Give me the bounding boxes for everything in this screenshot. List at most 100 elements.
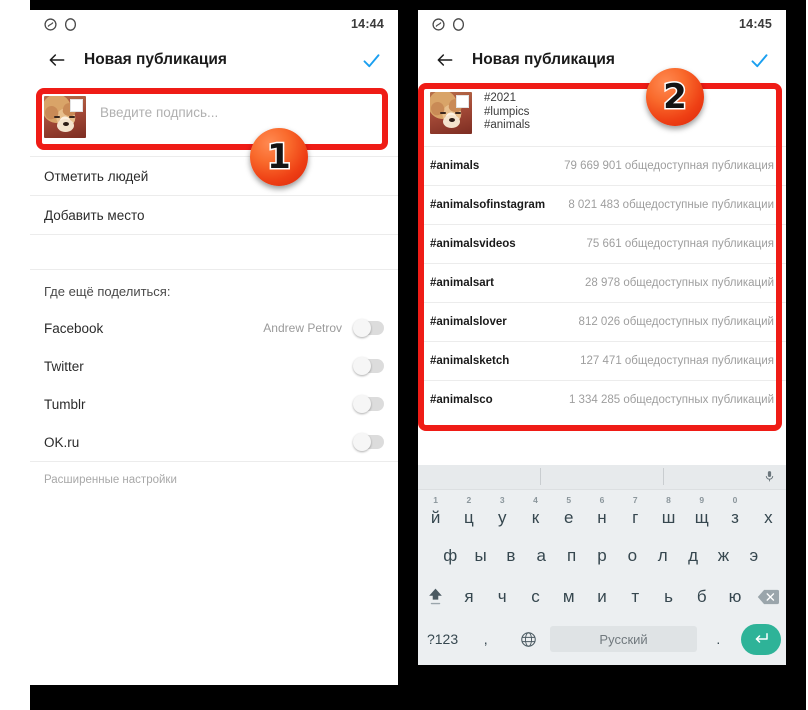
- share-row-okru[interactable]: OK.ru: [30, 423, 398, 461]
- key-ч[interactable]: ч: [486, 576, 519, 617]
- right-phone-frame: 14:45 Новая публикация #2021 #lumpics #a…: [418, 0, 806, 710]
- tag-people-row[interactable]: Отметить людей: [30, 157, 398, 195]
- facebook-toggle[interactable]: [353, 318, 384, 337]
- share-row-tumblr[interactable]: Tumblr: [30, 385, 398, 423]
- list-item[interactable]: #animalsart 28 978 общедоступных публика…: [418, 264, 786, 302]
- puppy-photo-thumbnail[interactable]: [430, 92, 472, 134]
- spacebar[interactable]: Русский: [550, 626, 697, 652]
- key-ц[interactable]: 2ц: [452, 494, 485, 535]
- period-key[interactable]: .: [697, 619, 740, 660]
- android-navigation-bar: [418, 665, 786, 685]
- hashtag-label: #animalsart: [430, 277, 494, 289]
- share-account-name: Andrew Petrov: [263, 321, 342, 335]
- key-я[interactable]: я: [452, 576, 485, 617]
- keyboard-suggestion-strip[interactable]: [418, 465, 786, 490]
- checkmark-icon[interactable]: [358, 47, 384, 73]
- caption-line: #animals: [484, 119, 531, 131]
- callout-badge-1: 1: [250, 128, 308, 186]
- key-й[interactable]: 1й: [419, 494, 452, 535]
- shazam-icon: [44, 17, 57, 31]
- key-ш[interactable]: 8ш: [652, 494, 685, 535]
- key-ь[interactable]: ь: [652, 576, 685, 617]
- caption-input[interactable]: Введите подпись...: [100, 96, 384, 120]
- spacer: [30, 235, 398, 269]
- key-щ[interactable]: 9щ: [685, 494, 718, 535]
- caption-input-row[interactable]: Введите подпись...: [30, 82, 398, 156]
- status-bar-icons: [432, 17, 465, 31]
- caption-line: #lumpics: [484, 105, 530, 118]
- share-row-twitter[interactable]: Twitter: [30, 347, 398, 385]
- opera-icon: [64, 17, 77, 31]
- share-target-label: Twitter: [44, 358, 84, 374]
- share-section-label: Где ещё поделиться:: [30, 270, 398, 309]
- left-status-bar: 14:44: [30, 10, 398, 38]
- key-г[interactable]: 7г: [619, 494, 652, 535]
- list-item[interactable]: #animalsofinstagram 8 021 483 общедоступ…: [418, 186, 786, 224]
- key-т[interactable]: т: [619, 576, 652, 617]
- key-з[interactable]: 0з: [718, 494, 751, 535]
- right-status-bar: 14:45: [418, 10, 786, 38]
- key-в[interactable]: в: [496, 535, 526, 576]
- multi-photo-badge-icon: [456, 95, 469, 108]
- back-arrow-icon[interactable]: [44, 47, 70, 73]
- hashtag-count: 8 021 483 общедоступные публикации: [568, 199, 774, 211]
- okru-toggle[interactable]: [353, 432, 384, 451]
- key-р[interactable]: р: [587, 535, 617, 576]
- key-е[interactable]: 5е: [552, 494, 585, 535]
- key-о[interactable]: о: [617, 535, 647, 576]
- key-ю[interactable]: ю: [718, 576, 751, 617]
- key-х[interactable]: х: [752, 494, 785, 535]
- add-location-row[interactable]: Добавить место: [30, 196, 398, 234]
- hashtag-label: #animalsofinstagram: [430, 199, 546, 211]
- caption-with-hashtags-row[interactable]: #2021 #lumpics #animals: [418, 82, 786, 146]
- hashtag-label: #animalsco: [430, 394, 493, 406]
- key-д[interactable]: д: [678, 535, 708, 576]
- advanced-settings-link[interactable]: Расширенные настройки: [30, 462, 398, 498]
- list-item[interactable]: #animalsco 1 334 285 общедоступных публи…: [418, 381, 786, 419]
- key-м[interactable]: м: [552, 576, 585, 617]
- caption-hashtag-text[interactable]: #2021 #lumpics #animals: [484, 92, 530, 133]
- symbols-key[interactable]: ?123: [421, 619, 464, 660]
- key-и[interactable]: и: [585, 576, 618, 617]
- key-ы[interactable]: ы: [465, 535, 495, 576]
- keyboard-row-3: я ч с м и т ь б ю: [419, 576, 785, 617]
- twitter-toggle[interactable]: [353, 356, 384, 375]
- backspace-icon[interactable]: [752, 576, 785, 617]
- screenshot-stage: 14:44 Новая публикация Введите подпись..…: [0, 0, 808, 710]
- right-app-bar: Новая публикация: [418, 38, 786, 82]
- comma-key[interactable]: ,: [464, 619, 507, 660]
- shazam-icon: [432, 17, 445, 31]
- key-л[interactable]: л: [648, 535, 678, 576]
- hashtag-count: 75 661 общедоступная публикация: [586, 238, 774, 250]
- list-item[interactable]: #animals 79 669 901 общедоступная публик…: [418, 147, 786, 185]
- hashtag-count: 79 669 901 общедоступная публикация: [564, 160, 774, 172]
- key-п[interactable]: п: [556, 535, 586, 576]
- on-screen-keyboard: 1й 2ц 3у 4к 5е 6н 7г 8ш 9щ 0з х ф ы в а …: [418, 465, 786, 665]
- tumblr-toggle[interactable]: [353, 394, 384, 413]
- back-arrow-icon[interactable]: [432, 47, 458, 73]
- puppy-photo-thumbnail[interactable]: [44, 96, 86, 138]
- status-bar-clock: 14:44: [351, 17, 384, 31]
- key-б[interactable]: б: [685, 576, 718, 617]
- share-row-facebook[interactable]: Facebook Andrew Petrov: [30, 309, 398, 347]
- checkmark-icon[interactable]: [746, 47, 772, 73]
- key-а[interactable]: а: [526, 535, 556, 576]
- microphone-icon[interactable]: [763, 468, 776, 490]
- globe-icon[interactable]: [507, 619, 550, 660]
- key-ж[interactable]: ж: [708, 535, 738, 576]
- status-bar-clock: 14:45: [739, 17, 772, 31]
- key-с[interactable]: с: [519, 576, 552, 617]
- key-у[interactable]: 3у: [486, 494, 519, 535]
- key-ф[interactable]: ф: [435, 535, 465, 576]
- list-item[interactable]: #animalsvideos 75 661 общедоступная публ…: [418, 225, 786, 263]
- key-к[interactable]: 4к: [519, 494, 552, 535]
- key-н[interactable]: 6н: [585, 494, 618, 535]
- list-item[interactable]: #animalsketch 127 471 общедоступная публ…: [418, 342, 786, 380]
- key-э[interactable]: э: [739, 535, 769, 576]
- shift-icon[interactable]: [419, 576, 452, 617]
- list-item[interactable]: #animalslover 812 026 общедоступных публ…: [418, 303, 786, 341]
- hashtag-count: 127 471 общедоступная публикация: [580, 355, 774, 367]
- callout-badge-2: 2: [646, 68, 704, 126]
- enter-key[interactable]: [740, 619, 783, 660]
- enter-icon[interactable]: [741, 623, 782, 655]
